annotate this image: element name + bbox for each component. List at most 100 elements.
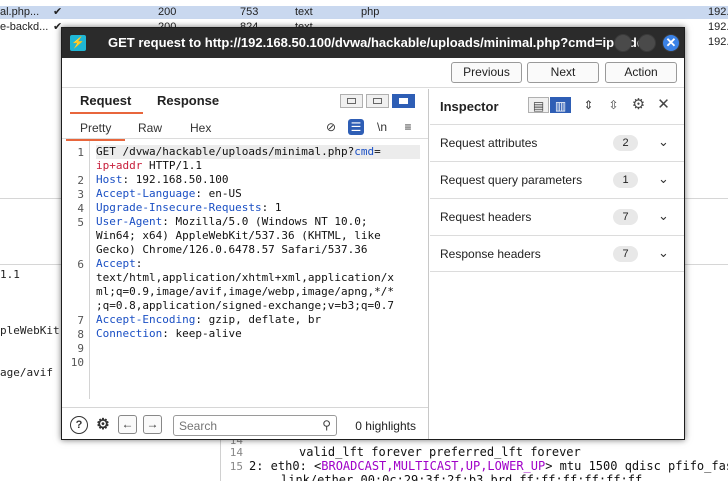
layout-vertical-button[interactable] <box>366 94 389 108</box>
line-number: 8 <box>77 328 84 341</box>
request-line: GET /dvwa/hackable/uploads/minimal.php?c… <box>96 145 420 159</box>
header-name: Upgrade-Insecure-Requests <box>96 201 262 214</box>
request-text: : Mozilla/5.0 (Windows NT 10.0; <box>162 215 368 228</box>
inspector-settings-gear-icon[interactable]: ⚙ <box>628 97 649 113</box>
wrap-lines-icon[interactable]: ☰ <box>348 119 364 135</box>
columns-icon <box>347 98 356 104</box>
line-number: 15 <box>229 460 243 473</box>
section-label: Request query parameters <box>440 173 583 187</box>
view-subtabs: Pretty Raw Hex ⊘ ☰ \n ≡ <box>62 116 428 141</box>
request-text: GET /dvwa/hackable/uploads/minimal.php? <box>96 145 355 158</box>
request-text: HTTP/1.1 <box>142 159 202 172</box>
hide-eye-icon[interactable]: ⊘ <box>323 119 339 135</box>
search-field[interactable]: ⚲ <box>173 415 337 436</box>
inspector-title: Inspector <box>440 99 499 114</box>
layout-side-by-side-button[interactable] <box>340 94 363 108</box>
request-text: Win64; x64) AppleWebKit/537.36 (KHTML, l… <box>96 229 381 242</box>
request-text: ;q=0.8,application/signed-exchange;v=b3;… <box>96 299 395 312</box>
history-cell-ip: 192. <box>708 6 728 18</box>
request-text: : keep-alive <box>162 327 242 340</box>
subtab-pretty[interactable]: Pretty <box>65 121 126 141</box>
request-text: : gzip, deflate, br <box>195 313 322 326</box>
chevron-down-icon: ⌄ <box>658 171 669 186</box>
inspector-layout-panel-icon[interactable]: ▥ <box>550 97 571 113</box>
history-row[interactable]: al.php... ✔ 200 753 text php 192. <box>0 6 728 19</box>
response-line: 2: eth0: <BROADCAST,MULTICAST,UP,LOWER_U… <box>249 459 728 473</box>
collapse-all-icon[interactable]: ⇳ <box>603 97 624 113</box>
minimize-button[interactable] <box>614 34 632 52</box>
search-bar: ? ⚙ ← → ⚲ 0 highlights <box>62 407 428 437</box>
close-button[interactable]: ✕ <box>662 34 680 52</box>
previous-match-button[interactable]: ← <box>118 415 137 434</box>
line-number: 10 <box>70 356 84 369</box>
history-cell-name: e-backd... <box>0 21 49 33</box>
dialog-titlebar[interactable]: ⚡ GET request to http://192.168.50.100/d… <box>62 28 684 58</box>
request-editor[interactable]: 1 GET /dvwa/hackable/uploads/minimal.php?… <box>62 141 428 399</box>
subtab-hex[interactable]: Hex <box>190 121 211 135</box>
action-button[interactable]: Action <box>605 62 677 83</box>
line-number: 6 <box>77 258 84 271</box>
tabs-icon <box>399 98 408 104</box>
chevron-down-icon: ⌄ <box>658 134 669 149</box>
request-line: Accept-Language: en-US <box>96 187 242 201</box>
response-line: valid_lft forever preferred_lft forever <box>299 445 581 459</box>
tab-response[interactable]: Response <box>157 93 219 108</box>
history-cell-check: ✔ <box>53 6 63 18</box>
section-label: Request headers <box>440 210 532 224</box>
header-name: Accept-Encoding <box>96 313 196 326</box>
request-line: text/html,application/xhtml+xml,applicat… <box>96 271 394 285</box>
request-text: text/html,application/xhtml+xml,applicat… <box>96 271 395 284</box>
request-line: Accept: <box>96 257 142 271</box>
background-response-editor: 14 14 valid_lft forever preferred_lft fo… <box>220 440 728 481</box>
section-count-badge: 1 <box>613 172 638 188</box>
request-text: Gecko) Chrome/126.0.6478.57 Safari/537.3… <box>96 243 368 256</box>
section-count-badge: 2 <box>613 135 638 151</box>
header-name: Accept-Language <box>96 187 196 200</box>
next-button[interactable]: Next <box>527 62 599 83</box>
request-line: Win64; x64) AppleWebKit/537.36 (KHTML, l… <box>96 229 381 243</box>
layout-tabs-button[interactable] <box>392 94 415 108</box>
line-number: 4 <box>77 202 84 215</box>
line-number: 1 <box>77 146 84 159</box>
interface-flags: BROADCAST,MULTICAST,UP,LOWER_UP <box>321 459 546 473</box>
show-newlines-icon[interactable]: \n <box>374 119 390 135</box>
inspector-section-request-headers[interactable]: Request headers 7 ⌄ <box>430 198 684 235</box>
dialog-title: GET request to http://192.168.50.100/dvw… <box>108 35 650 50</box>
request-text: : 192.168.50.100 <box>122 173 229 186</box>
section-label: Request attributes <box>440 136 538 150</box>
history-cell-length: 753 <box>240 6 259 18</box>
inspector-close-icon[interactable]: ✕ <box>653 97 674 113</box>
inspector-section-query-parameters[interactable]: Request query parameters 1 ⌄ <box>430 161 684 198</box>
history-cell-ip: 192. <box>708 36 728 48</box>
tab-request[interactable]: Request <box>69 93 144 114</box>
subtab-raw[interactable]: Raw <box>138 121 162 135</box>
expand-all-icon[interactable]: ⇕ <box>578 97 599 113</box>
search-input[interactable] <box>179 418 309 433</box>
header-name: Host <box>96 173 123 186</box>
settings-gear-icon[interactable]: ⚙ <box>94 416 112 434</box>
previous-button[interactable]: Previous <box>451 62 522 83</box>
highlights-count: 0 highlights <box>355 419 416 433</box>
header-name: Accept <box>96 257 136 270</box>
request-line: ip+addr HTTP/1.1 <box>96 159 202 173</box>
response-text: > mtu 1500 qdisc pfifo_fast <box>545 459 728 473</box>
request-text: = <box>374 145 381 158</box>
next-match-button[interactable]: → <box>143 415 162 434</box>
line-number: 5 <box>77 216 84 229</box>
maximize-button[interactable] <box>638 34 656 52</box>
request-line: ml;q=0.9,image/avif,image/webp,image/apn… <box>96 285 394 299</box>
header-name: cmd <box>354 145 375 158</box>
rows-icon <box>373 98 382 104</box>
section-count-badge: 7 <box>613 209 638 225</box>
inspector-layout-list-icon[interactable]: ▤ <box>528 97 549 113</box>
request-text: : 1 <box>261 201 282 214</box>
chevron-down-icon: ⌄ <box>658 208 669 223</box>
header-name: Connection <box>96 327 163 340</box>
response-text: 2: eth0: < <box>249 459 322 473</box>
help-icon[interactable]: ? <box>70 416 88 434</box>
history-cell-ext: php <box>361 6 380 18</box>
inspector-section-response-headers[interactable]: Response headers 7 ⌄ <box>430 235 684 272</box>
request-pane: Request Response Pretty Raw Hex ⊘ ☰ \n ≡… <box>62 89 429 439</box>
hamburger-menu-icon[interactable]: ≡ <box>400 119 416 135</box>
inspector-section-request-attributes[interactable]: Request attributes 2 ⌄ <box>430 124 684 161</box>
